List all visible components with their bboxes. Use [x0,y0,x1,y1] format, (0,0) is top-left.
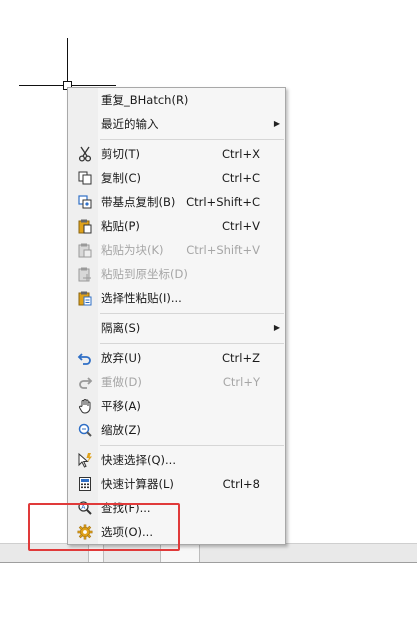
menu-item-pan[interactable]: 平移(A) [69,394,284,418]
menu-item-repeat-bhatch[interactable]: 重复_BHatch(R) [69,88,284,112]
menu-item-label: 重做(D) [101,375,142,389]
menu-item-paste[interactable]: 粘贴(P) Ctrl+V [69,214,284,238]
menu-item-paste-as-block[interactable]: 粘贴为块(K) Ctrl+Shift+V [69,238,284,262]
menu-item-shortcut: Ctrl+X [222,147,260,161]
menu-item-label: 平移(A) [101,399,141,413]
copy-icon [77,170,93,186]
menu-item-undo[interactable]: 放弃(U) Ctrl+Z [69,346,284,370]
paste-special-icon [77,290,93,306]
menu-item-shortcut: Ctrl+C [221,171,260,185]
menu-separator [100,313,284,314]
menu-item-label: 最近的输入 [101,117,159,131]
redo-icon [77,374,93,390]
context-menu: 重复_BHatch(R) 最近的输入 ▶ 剪切(T) Ctrl+X 复制(C) … [67,87,286,545]
menu-item-label: 粘贴(P) [101,219,140,233]
menu-separator [100,445,284,446]
menu-separator [100,139,284,140]
menu-item-copy[interactable]: 复制(C) Ctrl+C [69,166,284,190]
menu-item-label: 选择性粘贴(I)... [101,291,182,305]
paste-original-icon [77,266,93,282]
menu-item-shortcut: Ctrl+Shift+V [186,243,260,257]
menu-item-shortcut: Ctrl+V [222,219,260,233]
pan-hand-icon [77,398,93,414]
scissors-icon [77,146,93,162]
cad-drawing-canvas[interactable]: 重复_BHatch(R) 最近的输入 ▶ 剪切(T) Ctrl+X 复制(C) … [0,0,417,627]
menu-item-isolate[interactable]: 隔离(S) ▶ [69,316,284,340]
menu-item-label: 隔离(S) [101,321,141,335]
menu-item-label: 快速选择(Q)... [101,453,176,467]
paste-block-icon [77,242,93,258]
calculator-icon [77,476,93,492]
menu-item-copy-with-basepoint[interactable]: 带基点复制(B) Ctrl+Shift+C [69,190,284,214]
menu-item-paste-to-original-coords[interactable]: 粘贴到原坐标(D) [69,262,284,286]
submenu-arrow-icon: ▶ [273,119,280,128]
copy-basepoint-icon [77,194,93,210]
menu-item-zoom[interactable]: 缩放(Z) [69,418,284,442]
menu-item-shortcut: Ctrl+Z [222,351,260,365]
submenu-arrow-icon: ▶ [273,323,280,332]
menu-item-quick-select[interactable]: 快速选择(Q)... [69,448,284,472]
menu-item-shortcut: Ctrl+8 [222,477,260,491]
menu-item-label: 复制(C) [101,171,142,185]
menu-item-paste-special[interactable]: 选择性粘贴(I)... [69,286,284,310]
menu-item-label: 快速计算器(L) [101,477,174,491]
menu-item-label: 带基点复制(B) [101,195,176,209]
menu-item-shortcut: Ctrl+Shift+C [186,195,260,209]
menu-item-label: 重复_BHatch(R) [101,93,189,107]
quick-select-icon [77,452,93,468]
menu-item-recent-input[interactable]: 最近的输入 ▶ [69,112,284,136]
menu-item-label: 剪切(T) [101,147,140,161]
menu-item-label: 粘贴到原坐标(D) [101,267,188,281]
menu-item-label: 放弃(U) [101,351,142,365]
paste-icon [77,218,93,234]
undo-icon [77,350,93,366]
menu-separator [100,343,284,344]
menu-item-label: 缩放(Z) [101,423,141,437]
menu-item-redo[interactable]: 重做(D) Ctrl+Y [69,370,284,394]
menu-item-quick-calculator[interactable]: 快速计算器(L) Ctrl+8 [69,472,284,496]
menu-item-label: 粘贴为块(K) [101,243,164,257]
zoom-icon [77,422,93,438]
menu-item-cut[interactable]: 剪切(T) Ctrl+X [69,142,284,166]
highlight-annotation-box [28,503,180,551]
menu-item-shortcut: Ctrl+Y [222,375,260,389]
